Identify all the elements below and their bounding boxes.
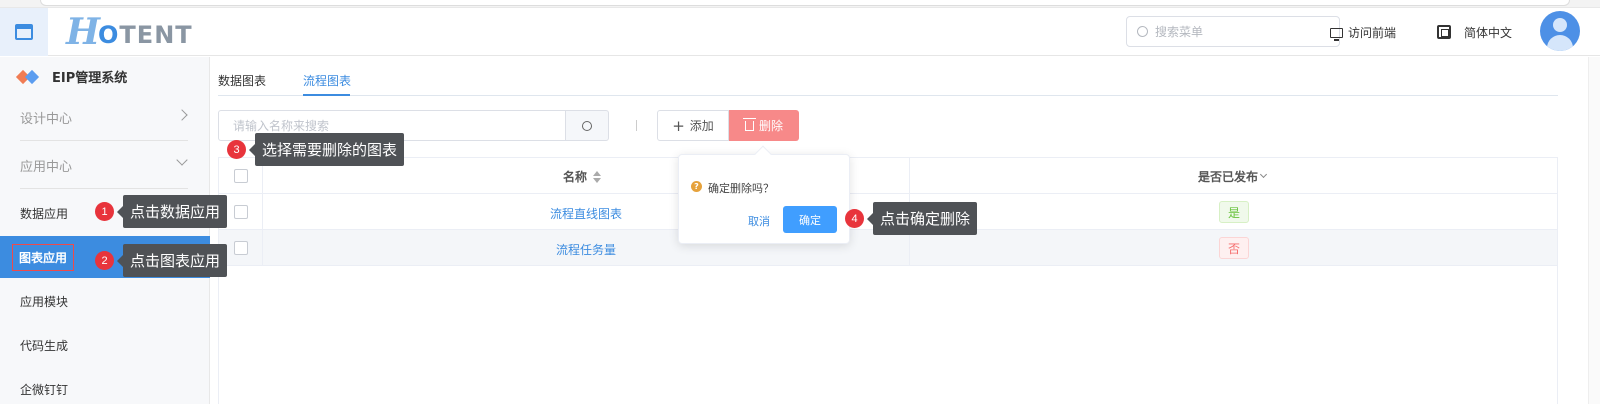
- page-scrollbar[interactable]: [1588, 57, 1600, 404]
- row-checkbox[interactable]: [234, 205, 248, 219]
- annotation-callout: 点击图表应用: [116, 244, 228, 277]
- sidebar-item-wecom-dingtalk[interactable]: 企微钉钉: [0, 369, 210, 404]
- user-avatar[interactable]: [1540, 11, 1580, 51]
- annotation-badge: 1: [95, 202, 114, 221]
- table-row[interactable]: 流程任务量 否: [219, 230, 1557, 266]
- visit-frontend-link[interactable]: 访问前端: [1330, 24, 1396, 41]
- sort-icon[interactable]: [593, 170, 602, 183]
- table-header: 名称 是否已发布: [219, 158, 1557, 194]
- cancel-button[interactable]: 取消: [748, 213, 770, 229]
- tab-flow-chart[interactable]: 流程图表: [303, 72, 351, 89]
- system-title: EIP管理系统: [15, 67, 127, 86]
- monitor-icon: [1330, 27, 1343, 41]
- chevron-down-icon: [176, 154, 188, 166]
- sidebar-item-code-gen[interactable]: 代码生成: [0, 325, 210, 365]
- hotent-logo: H OTENT: [66, 11, 193, 53]
- annotation-badge: 3: [227, 140, 246, 159]
- chart-table: 名称 是否已发布 流程直线图表 是 流程任务量 否: [218, 157, 1558, 404]
- annotation-callout: 点击数据应用: [116, 195, 228, 228]
- question-icon: ?: [691, 181, 702, 192]
- sidebar-item-design-center[interactable]: 设计中心: [0, 97, 210, 137]
- tab-data-chart[interactable]: 数据图表: [218, 72, 266, 89]
- delete-popconfirm: ? 确定删除吗？ 取消 确定: [678, 154, 850, 244]
- chart-name-link[interactable]: 流程任务量: [556, 241, 616, 258]
- select-all-checkbox[interactable]: [234, 169, 248, 183]
- sidebar-item-app-module[interactable]: 应用模块: [0, 281, 210, 321]
- plus-icon: +: [672, 116, 685, 135]
- column-header-published[interactable]: 是否已发布: [1198, 168, 1268, 185]
- confirm-delete-button[interactable]: 确定: [783, 206, 837, 233]
- menu-toggle-button[interactable]: [0, 8, 48, 56]
- delete-button[interactable]: 删除: [729, 110, 799, 141]
- published-badge: 否: [1219, 237, 1249, 259]
- chevron-right-icon: [176, 109, 188, 121]
- published-badge: 是: [1219, 201, 1249, 223]
- row-checkbox[interactable]: [234, 241, 248, 255]
- add-button[interactable]: + 添加: [657, 110, 729, 141]
- tab-bar: 数据图表 流程图表: [218, 64, 1558, 96]
- annotation-badge: 4: [845, 209, 864, 228]
- menu-search-input[interactable]: 搜索菜单: [1126, 16, 1340, 47]
- app-header: H OTENT 搜索菜单 访问前端 简体中文: [0, 8, 1600, 56]
- trash-icon: [742, 117, 756, 131]
- toolbar-divider: [636, 120, 637, 131]
- annotation-callout: 选择需要删除的图表: [248, 133, 405, 166]
- fullscreen-icon[interactable]: [1437, 25, 1451, 39]
- search-button[interactable]: [565, 110, 609, 141]
- chevron-down-icon: [1259, 170, 1268, 179]
- column-header-name[interactable]: 名称: [563, 168, 602, 185]
- menu-icon: [15, 24, 33, 40]
- annotation-badge: 2: [95, 251, 114, 270]
- browser-top-strip: [0, 0, 1600, 8]
- annotation-callout: 点击确定删除: [866, 202, 978, 235]
- popconfirm-message: 确定删除吗？: [708, 182, 774, 195]
- eip-logo-icon: [15, 69, 40, 84]
- search-icon: [1137, 26, 1148, 37]
- active-tab-indicator: [303, 94, 350, 96]
- chart-name-link[interactable]: 流程直线图表: [550, 205, 622, 222]
- language-selector[interactable]: 简体中文: [1464, 24, 1512, 41]
- sidebar: EIP管理系统 设计中心 应用中心 数据应用 图表应用 应用模块 代码生成 企微…: [0, 57, 210, 404]
- sidebar-item-app-center[interactable]: 应用中心: [0, 145, 210, 185]
- search-icon: [582, 120, 592, 131]
